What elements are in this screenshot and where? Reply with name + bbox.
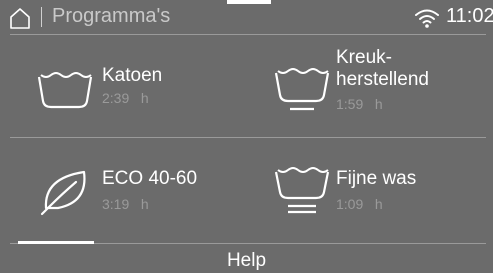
status-bar: Programma's 11:02 — [0, 0, 493, 34]
program-name: Kreuk- herstellend — [336, 47, 429, 90]
status-separator — [41, 7, 42, 27]
basin-two-bars-icon — [274, 167, 330, 214]
program-duration: 1:59 h — [336, 96, 383, 112]
program-tile-eco-40-60[interactable]: ECO 40-60 3:19 h — [10, 138, 240, 238]
program-name: ECO 40-60 — [102, 168, 198, 189]
program-duration: 3:19 h — [102, 196, 149, 212]
program-name: Katoen — [102, 65, 163, 86]
help-button[interactable]: Help — [0, 248, 493, 273]
program-name: Fijne was — [336, 168, 417, 189]
program-duration: 2:39 h — [102, 90, 149, 106]
leaf-icon — [40, 170, 86, 216]
home-icon[interactable] — [8, 6, 32, 30]
program-duration: 1:09 h — [336, 196, 383, 212]
page-indicator-active — [18, 241, 94, 244]
program-tile-kreukherstellend[interactable]: Kreuk- herstellend 1:59 h — [250, 35, 486, 135]
top-drag-indicator[interactable] — [227, 0, 271, 4]
program-selection-screen: Programma's 11:02 Katoen 2:39 h Kreuk- h… — [0, 0, 493, 273]
program-tile-katoen[interactable]: Katoen 2:39 h — [10, 35, 240, 135]
clock: 11:02 — [446, 5, 493, 27]
program-tile-fijne-was[interactable]: Fijne was 1:09 h — [250, 138, 486, 238]
wifi-icon — [415, 9, 439, 28]
basin-icon — [37, 72, 93, 109]
basin-one-bar-icon — [274, 68, 330, 111]
page-title: Programma's — [52, 5, 171, 27]
